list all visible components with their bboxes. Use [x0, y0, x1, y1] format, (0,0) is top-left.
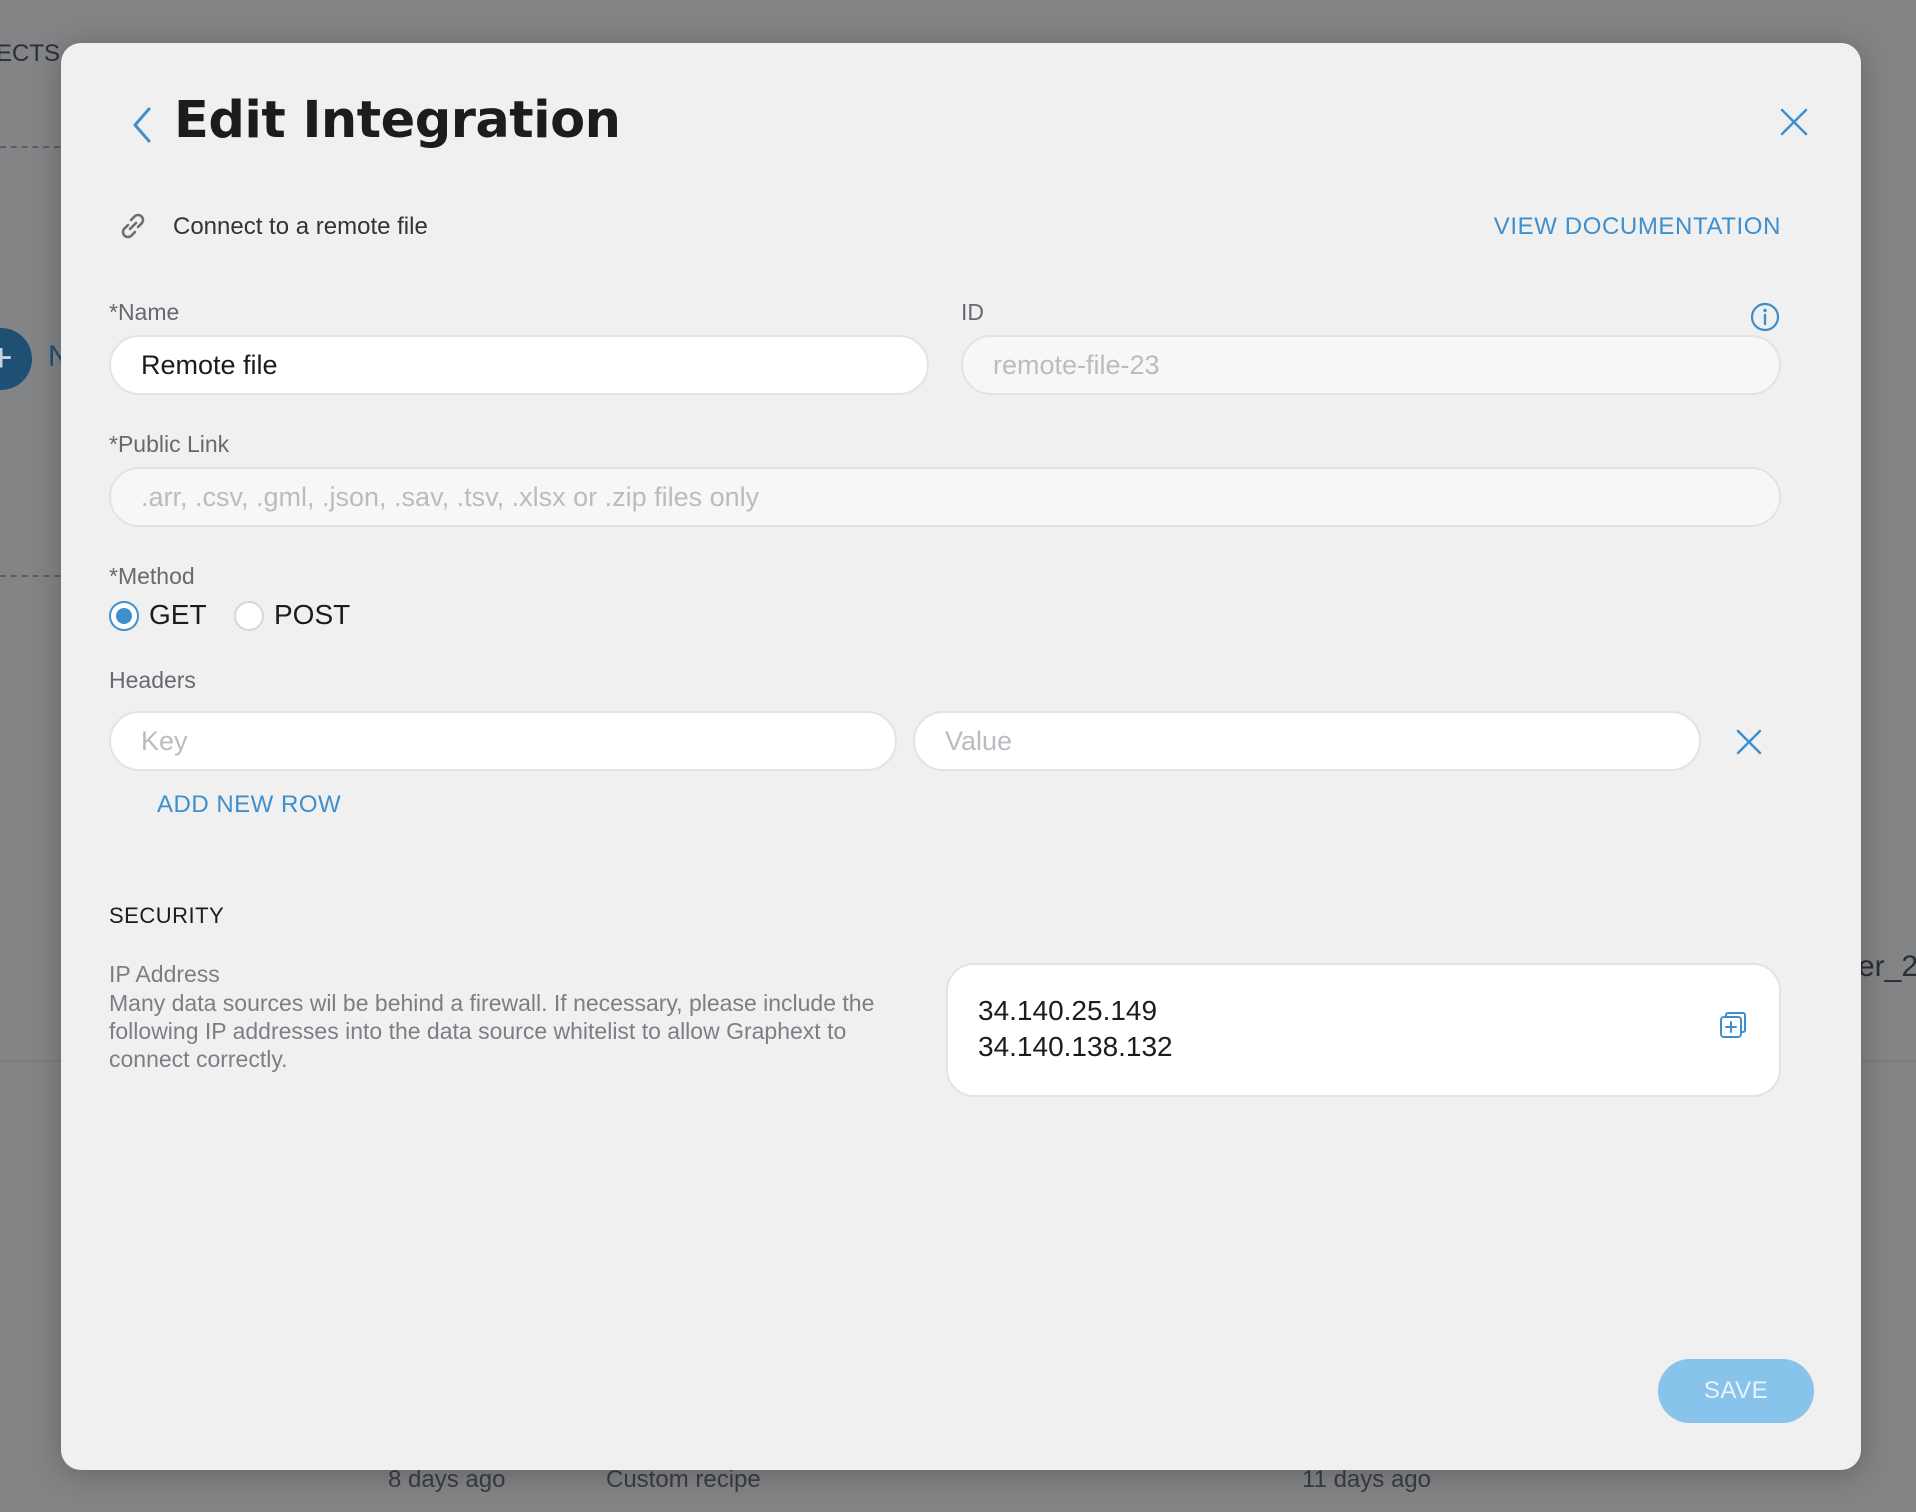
headers-label: Headers: [109, 667, 196, 693]
copy-icon[interactable]: [1718, 1010, 1748, 1040]
ip-address-description: Many data sources wil be behind a firewa…: [109, 990, 875, 1072]
id-field[interactable]: [961, 335, 1781, 395]
name-label: *Name: [109, 299, 180, 325]
bg-header-text: ECTS: [0, 40, 61, 67]
ip-address-item: 34.140.138.132: [978, 1031, 1173, 1062]
name-field[interactable]: [109, 335, 929, 395]
modal-title: Edit Integration: [174, 91, 621, 150]
bg-date-text: 8 days ago: [388, 1466, 506, 1493]
bg-right-text: er_2: [1858, 950, 1916, 983]
integration-subtitle: Connect to a remote file: [173, 213, 428, 240]
bg-divider: [0, 575, 60, 577]
ip-address-box: 34.140.25.149 34.140.138.132: [946, 963, 1781, 1097]
header-key-field[interactable]: [109, 711, 897, 771]
chevron-left-icon[interactable]: [129, 103, 159, 147]
save-button[interactable]: SAVE: [1658, 1359, 1814, 1423]
method-post-radio[interactable]: [234, 601, 264, 631]
method-label: *Method: [109, 563, 195, 589]
ip-address-item: 34.140.25.149: [978, 995, 1158, 1026]
edit-integration-modal: Edit Integration Connect to a remote fil…: [61, 43, 1861, 1470]
bg-date-text: 11 days ago: [1302, 1466, 1431, 1493]
bg-add-button: +: [0, 328, 32, 390]
add-new-row-button[interactable]: ADD NEW ROW: [157, 791, 341, 819]
bg-divider: [0, 146, 60, 148]
public-link-field[interactable]: [109, 467, 1781, 527]
method-get-label[interactable]: GET: [149, 599, 207, 631]
remove-row-icon[interactable]: [1735, 728, 1763, 756]
bg-recipe-text: Custom recipe: [606, 1466, 761, 1493]
public-link-label: *Public Link: [109, 431, 230, 457]
security-heading: SECURITY: [109, 903, 225, 928]
id-label: ID: [961, 299, 984, 325]
view-documentation-link[interactable]: VIEW DOCUMENTATION: [1494, 213, 1781, 241]
close-icon[interactable]: [1779, 107, 1809, 137]
method-post-label[interactable]: POST: [274, 599, 350, 631]
info-icon[interactable]: [1749, 301, 1781, 333]
method-get-radio[interactable]: [109, 601, 139, 631]
link-icon: [121, 213, 145, 239]
header-value-field[interactable]: [913, 711, 1701, 771]
ip-address-title: IP Address: [109, 961, 220, 987]
